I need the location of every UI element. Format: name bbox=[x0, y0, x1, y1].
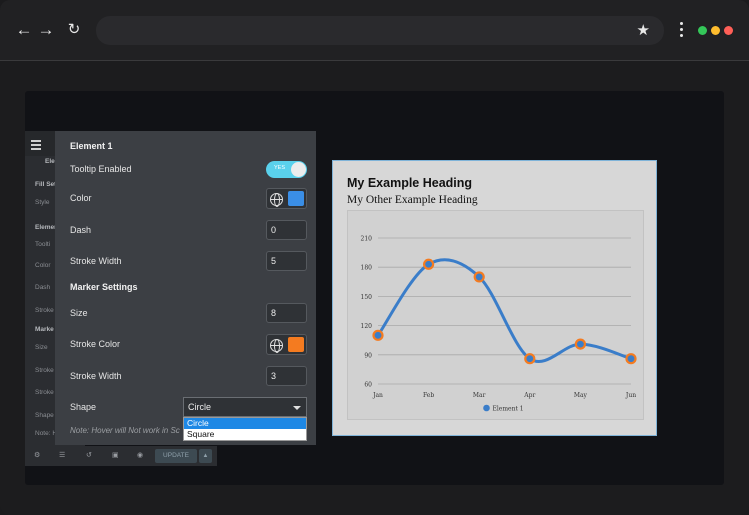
tooltip-label: Tooltip Enabled bbox=[70, 164, 132, 174]
shape-option-circle[interactable]: Circle bbox=[184, 418, 306, 429]
update-options-button[interactable]: ▲ bbox=[199, 449, 212, 463]
y-tick-label: 210 bbox=[361, 236, 373, 243]
chart-card: My Example Heading My Other Example Head… bbox=[332, 160, 657, 436]
dash-label: Dash bbox=[70, 225, 92, 235]
responsive-icon[interactable]: ▣ bbox=[112, 451, 119, 459]
legend-marker bbox=[483, 404, 490, 412]
shape-select[interactable]: Circle bbox=[183, 397, 307, 417]
series-line bbox=[376, 258, 632, 363]
shape-option-square[interactable]: Square bbox=[184, 429, 306, 440]
data-point bbox=[372, 329, 384, 341]
sidebar-item[interactable]: Shape bbox=[35, 412, 54, 419]
arrow-left-icon[interactable]: ← bbox=[15, 20, 33, 40]
y-tick-label: 60 bbox=[364, 382, 372, 389]
hover-note: Note: Hover will Not work in Sc bbox=[70, 426, 180, 435]
marker-stroke-width-input[interactable]: 3 bbox=[266, 366, 307, 386]
yellow-window-dot[interactable] bbox=[711, 26, 720, 35]
x-tick-label: Jun bbox=[625, 392, 636, 399]
gear-icon[interactable]: ⚙ bbox=[34, 451, 40, 459]
sidebar-item[interactable]: Toolti bbox=[35, 241, 50, 248]
editor-bottom-bar: ⚙ ☰ ↺ ▣ ◉ UPDATE ▲ bbox=[25, 446, 217, 466]
sidebar-item[interactable]: Marke bbox=[35, 326, 54, 333]
sidebar-item[interactable]: Dash bbox=[35, 284, 50, 291]
size-label: Size bbox=[70, 308, 88, 318]
toggle-text: YES bbox=[274, 165, 286, 171]
green-window-dot[interactable] bbox=[698, 26, 707, 35]
reload-icon[interactable]: ↻ bbox=[65, 20, 83, 40]
chevron-down-icon bbox=[293, 406, 301, 410]
red-window-dot[interactable] bbox=[724, 26, 733, 35]
x-tick-label: May bbox=[574, 392, 588, 399]
sidebar-item[interactable]: Color bbox=[35, 262, 51, 269]
card-subheading: My Other Example Heading bbox=[347, 194, 478, 206]
layers-icon[interactable]: ☰ bbox=[59, 451, 65, 459]
sidebar-item[interactable]: Stroke bbox=[35, 389, 54, 396]
browser-toolbar: ← → ↻ ★ bbox=[0, 0, 749, 61]
y-tick-label: 150 bbox=[361, 294, 373, 301]
y-tick-label: 90 bbox=[364, 352, 372, 359]
shape-label: Shape bbox=[70, 402, 97, 412]
data-point bbox=[473, 271, 485, 283]
marker-stroke-width-label: Stroke Width bbox=[70, 371, 122, 381]
data-point bbox=[422, 258, 435, 270]
element-settings-panel: Element 1 Tooltip Enabled YES Color Dash… bbox=[55, 131, 316, 445]
update-button[interactable]: UPDATE bbox=[155, 449, 197, 463]
x-tick-label: Feb bbox=[423, 392, 434, 399]
data-point bbox=[524, 353, 536, 365]
stroke-width-input[interactable]: 5 bbox=[266, 251, 307, 271]
eye-icon[interactable]: ◉ bbox=[137, 451, 143, 459]
x-tick-label: Jan bbox=[372, 392, 383, 399]
panel-title: Element 1 bbox=[70, 141, 113, 151]
x-tick-label: Apr bbox=[523, 392, 535, 399]
dash-input[interactable]: 0 bbox=[266, 220, 307, 240]
history-icon[interactable]: ↺ bbox=[86, 451, 92, 459]
sidebar-item[interactable]: Stroke bbox=[35, 307, 54, 314]
toggle-knob bbox=[291, 162, 306, 177]
color-swatch[interactable] bbox=[288, 191, 304, 206]
star-icon[interactable]: ★ bbox=[637, 21, 650, 39]
color-label: Color bbox=[70, 193, 92, 203]
kebab-icon[interactable] bbox=[679, 22, 685, 39]
sidebar-item[interactable]: Stroke bbox=[35, 367, 54, 374]
hamburger-icon[interactable] bbox=[31, 140, 41, 152]
address-bar[interactable]: ★ bbox=[96, 16, 664, 45]
line-chart: 60 90 120 150 180 210 Jan Feb Mar Apr May Jun Elemen… bbox=[347, 210, 644, 420]
card-heading: My Example Heading bbox=[347, 176, 473, 190]
legend-label: Element 1 bbox=[493, 406, 524, 413]
y-tick-label: 120 bbox=[361, 323, 373, 330]
globe-icon[interactable] bbox=[270, 193, 283, 207]
shape-dropdown: Circle Square bbox=[183, 417, 307, 441]
arrow-right-icon[interactable]: → bbox=[37, 20, 55, 40]
sidebar-item[interactable]: Ele bbox=[45, 158, 55, 165]
chart-svg: 60 90 120 150 180 210 Jan Feb Mar Apr May Jun Elemen… bbox=[361, 236, 637, 413]
marker-settings-heading: Marker Settings bbox=[70, 282, 138, 292]
sidebar-item[interactable]: Size bbox=[35, 344, 48, 351]
stroke-width-label: Stroke Width bbox=[70, 256, 122, 266]
tooltip-toggle[interactable]: YES bbox=[266, 161, 307, 178]
sidebar-item[interactable]: Fill Set bbox=[35, 181, 56, 188]
x-tick-label: Mar bbox=[473, 392, 486, 399]
y-tick-label: 180 bbox=[361, 265, 373, 272]
sidebar-item[interactable]: Style bbox=[35, 199, 49, 206]
data-point bbox=[625, 353, 637, 365]
stroke-color-picker[interactable] bbox=[266, 334, 307, 355]
data-point bbox=[574, 338, 586, 350]
color-picker[interactable] bbox=[266, 188, 307, 209]
stroke-color-label: Stroke Color bbox=[70, 339, 121, 349]
size-input[interactable]: 8 bbox=[266, 303, 307, 323]
sidebar-item[interactable]: Note: H bbox=[35, 430, 57, 437]
stroke-color-swatch[interactable] bbox=[288, 337, 304, 352]
globe-icon[interactable] bbox=[270, 339, 283, 353]
shape-select-value: Circle bbox=[188, 402, 212, 412]
